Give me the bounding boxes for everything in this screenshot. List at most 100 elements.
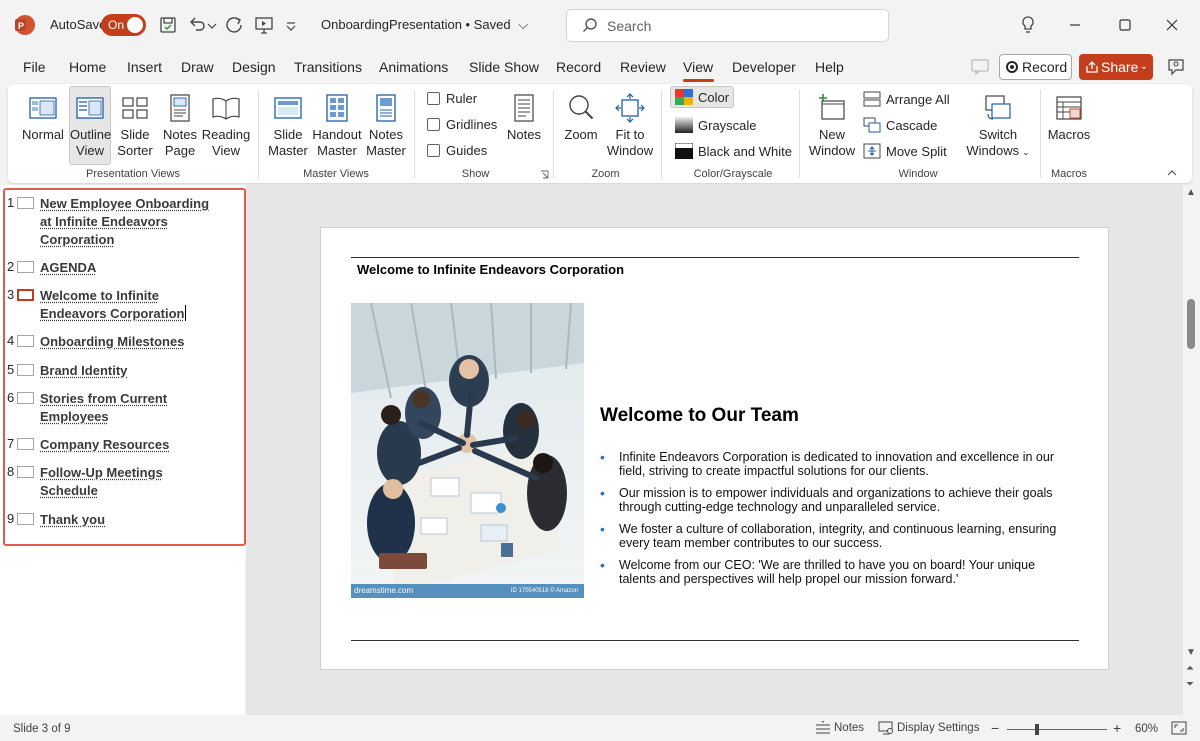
- notes-toggle-button[interactable]: Notes: [815, 721, 864, 735]
- tab-draw[interactable]: Draw: [181, 59, 214, 75]
- previous-slide-icon[interactable]: ⏶: [1186, 663, 1194, 674]
- undo-icon[interactable]: [186, 14, 208, 36]
- save-icon[interactable]: [157, 14, 179, 36]
- slide-sorter-button[interactable]: Slide Sorter: [114, 92, 156, 159]
- tab-insert[interactable]: Insert: [127, 59, 162, 75]
- customize-toolbar-icon[interactable]: [283, 14, 299, 36]
- slide-thumbnail-icon[interactable]: [17, 197, 34, 209]
- move-split-button[interactable]: Move Split: [863, 143, 947, 159]
- ruler-checkbox[interactable]: Ruler: [427, 91, 477, 106]
- fit-slide-icon[interactable]: [1170, 720, 1188, 736]
- slide-title[interactable]: Welcome to Infinite Endeavors Corporatio…: [357, 262, 624, 277]
- zoom-slider-thumb[interactable]: [1035, 724, 1039, 735]
- document-title[interactable]: OnboardingPresentation • Saved ⌵: [321, 17, 528, 33]
- undo-dropdown-icon[interactable]: [206, 14, 218, 36]
- collapse-ribbon-icon[interactable]: [1166, 168, 1178, 178]
- tab-view[interactable]: View: [683, 59, 713, 75]
- slide-thumbnail-icon[interactable]: [17, 513, 34, 525]
- tab-record[interactable]: Record: [556, 59, 601, 75]
- handout-master-button[interactable]: Handout Master: [312, 92, 362, 159]
- slide-canvas[interactable]: Welcome to Infinite Endeavors Corporatio…: [320, 227, 1109, 670]
- tab-help[interactable]: Help: [815, 59, 844, 75]
- zoom-level[interactable]: 60%: [1135, 723, 1158, 735]
- guides-checkbox[interactable]: Guides: [427, 143, 487, 158]
- tab-design[interactable]: Design: [232, 59, 276, 75]
- search-box[interactable]: [566, 9, 889, 42]
- tab-file[interactable]: File: [23, 59, 46, 75]
- scroll-down-icon[interactable]: ▼: [1186, 647, 1196, 658]
- dialog-launcher-icon[interactable]: [540, 170, 549, 179]
- cascade-button[interactable]: Cascade: [863, 117, 937, 133]
- tab-animations[interactable]: Animations: [379, 59, 448, 75]
- zoom-in-button[interactable]: +: [1113, 720, 1121, 736]
- outline-view-button[interactable]: Outline View: [69, 86, 111, 165]
- slide-thumbnail-icon[interactable]: [17, 364, 34, 376]
- tab-developer[interactable]: Developer: [732, 59, 796, 75]
- tab-review[interactable]: Review: [620, 59, 666, 75]
- notes-button[interactable]: Notes: [504, 92, 544, 143]
- comments-icon[interactable]: [969, 57, 991, 77]
- team-photo-image[interactable]: dreamstime.com ID 170540518 © Amazon: [351, 303, 584, 598]
- close-icon[interactable]: [1157, 10, 1187, 40]
- tab-home[interactable]: Home: [69, 59, 106, 75]
- checkbox-box[interactable]: [427, 92, 440, 105]
- macros-button[interactable]: Macros: [1046, 92, 1092, 143]
- outline-slide-title[interactable]: Thank you: [40, 511, 225, 529]
- color-button[interactable]: Color: [670, 86, 735, 108]
- black-and-white-button[interactable]: Black and White: [675, 143, 792, 159]
- outline-slide-title[interactable]: Welcome to Infinite Endeavors Corporation: [40, 287, 225, 323]
- outline-slide-title[interactable]: Follow-Up Meetings Schedule: [40, 464, 225, 500]
- vertical-scrollbar[interactable]: ▲ ▼ ⏶ ⏷: [1183, 185, 1200, 715]
- checkbox-box[interactable]: [427, 118, 440, 131]
- bullet-item[interactable]: Infinite Endeavors Corporation is dedica…: [600, 450, 1070, 478]
- reading-view-button[interactable]: Reading View: [201, 92, 251, 159]
- slide-thumbnail-icon[interactable]: [17, 335, 34, 347]
- slide-master-button[interactable]: Slide Master: [266, 92, 310, 159]
- bullet-item[interactable]: Welcome from our CEO: 'We are thrilled t…: [600, 558, 1070, 586]
- share-button[interactable]: Share ⌄: [1079, 54, 1153, 80]
- zoom-slider-track[interactable]: [1007, 729, 1107, 730]
- outline-slide-title[interactable]: New Employee Onboarding at Infinite Endea…: [40, 195, 225, 249]
- maximize-icon[interactable]: [1110, 10, 1140, 40]
- zoom-out-button[interactable]: −: [991, 720, 999, 736]
- slide-heading[interactable]: Welcome to Our Team: [600, 405, 799, 427]
- tab-transitions[interactable]: Transitions: [294, 59, 362, 75]
- bullet-item[interactable]: Our mission is to empower individuals an…: [600, 486, 1070, 514]
- coauthoring-icon[interactable]: [1166, 56, 1188, 78]
- slide-thumbnail-icon[interactable]: [17, 438, 34, 450]
- new-window-button[interactable]: New Window: [808, 92, 856, 159]
- arrange-all-button[interactable]: Arrange All: [863, 91, 950, 107]
- record-button[interactable]: Record: [999, 54, 1072, 80]
- gridlines-checkbox[interactable]: Gridlines: [427, 117, 497, 132]
- redo-icon[interactable]: [224, 14, 246, 36]
- next-slide-icon[interactable]: ⏷: [1186, 679, 1194, 690]
- slide-bullet-list[interactable]: Infinite Endeavors Corporation is dedica…: [600, 450, 1070, 595]
- outline-slide-title[interactable]: Onboarding Milestones: [40, 333, 225, 351]
- outline-slide-title[interactable]: Stories from Current Employees: [40, 390, 225, 426]
- slide-thumbnail-icon[interactable]: [17, 289, 34, 301]
- present-from-start-icon[interactable]: [253, 14, 275, 36]
- notes-page-button[interactable]: Notes Page: [159, 92, 201, 159]
- display-settings-button[interactable]: Display Settings: [878, 721, 979, 735]
- checkbox-box[interactable]: [427, 144, 440, 157]
- slide-thumbnail-icon[interactable]: [17, 261, 34, 273]
- normal-view-button[interactable]: Normal: [20, 92, 66, 143]
- notes-master-button[interactable]: Notes Master: [364, 92, 408, 159]
- switch-windows-button[interactable]: Switch Windows ⌄: [962, 92, 1034, 160]
- outline-slide-title[interactable]: Brand Identity: [40, 362, 225, 380]
- search-input[interactable]: [607, 16, 877, 36]
- minimize-icon[interactable]: [1060, 10, 1090, 40]
- scroll-up-icon[interactable]: ▲: [1186, 187, 1196, 198]
- grayscale-button[interactable]: Grayscale: [675, 117, 757, 133]
- outline-slide-title[interactable]: Company Resources: [40, 436, 225, 454]
- outline-slide-title[interactable]: AGENDA: [40, 259, 225, 277]
- tab-slide-show[interactable]: Slide Show: [469, 59, 539, 75]
- lightbulb-icon[interactable]: [1013, 10, 1043, 40]
- slide-thumbnail-icon[interactable]: [17, 466, 34, 478]
- scrollbar-thumb[interactable]: [1187, 299, 1195, 349]
- fit-to-window-button[interactable]: Fit to Window: [605, 92, 655, 159]
- bullet-item[interactable]: We foster a culture of collaboration, in…: [600, 522, 1070, 550]
- slide-thumbnail-icon[interactable]: [17, 392, 34, 404]
- autosave-toggle[interactable]: On: [101, 14, 146, 36]
- zoom-button[interactable]: Zoom: [561, 92, 601, 143]
